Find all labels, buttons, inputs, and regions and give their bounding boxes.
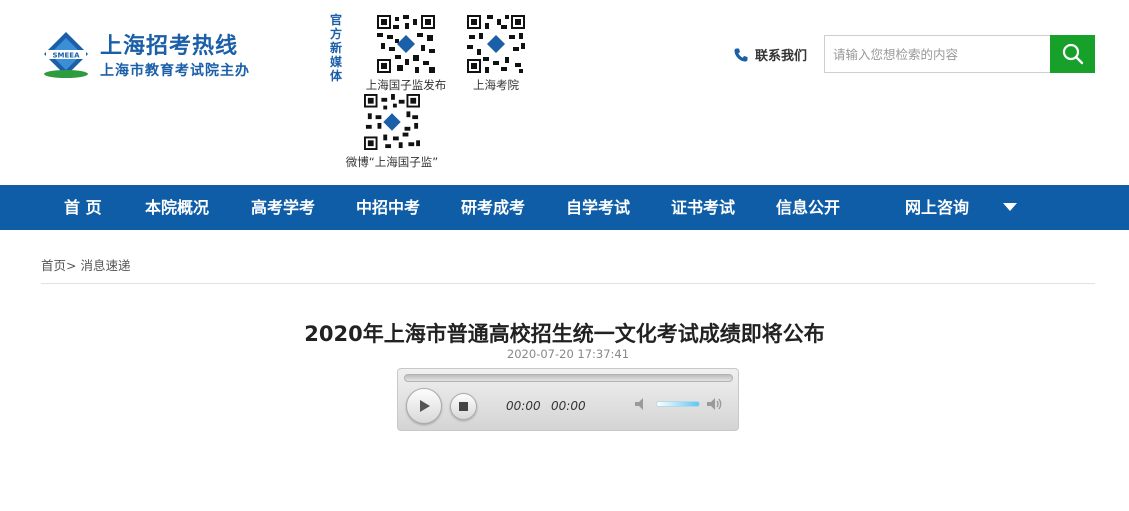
volume-slider[interactable]	[656, 401, 700, 407]
site-header: SMEEA 上海招考热线 上海市教育考试院主办 官方新媒体 上海国子监发布 上海…	[0, 0, 1129, 185]
chevron-down-icon[interactable]	[1003, 203, 1017, 211]
mute-icon[interactable]	[634, 397, 650, 411]
nav-item-certificate[interactable]: 证书考试	[671, 185, 735, 230]
breadcrumb: 首页> 消息速递	[41, 255, 131, 274]
article-title: 2020年上海市普通高校招生统一文化考试成绩即将公布	[304, 322, 825, 346]
nav-item-zhongkao[interactable]: 中招中考	[356, 185, 420, 230]
qr-code-icon	[377, 15, 435, 73]
volume-max-icon[interactable]	[706, 397, 724, 411]
audio-player: 00:00 00:00	[397, 368, 739, 431]
nav-item-zixue[interactable]: 自学考试	[566, 185, 630, 230]
nav-item-gaokao[interactable]: 高考学考	[251, 185, 315, 230]
play-icon	[420, 400, 430, 412]
new-media-label: 官方新媒体	[330, 13, 343, 83]
duration-time: 00:00	[551, 399, 586, 413]
nav-item-online-consult[interactable]: 网上咨询	[905, 185, 969, 230]
play-button[interactable]	[406, 388, 442, 424]
smeea-emblem-icon: SMEEA	[44, 32, 88, 78]
qr-code-icon	[467, 15, 525, 73]
main-nav: 首 页 本院概况 高考学考 中招中考 研考成考 自学考试 证书考试 信息公开 网…	[0, 185, 1129, 230]
qr-caption: 上海考院	[473, 78, 519, 92]
logo-subtitle: 上海市教育考试院主办	[100, 63, 250, 79]
breadcrumb-current[interactable]: 消息速递	[80, 258, 130, 273]
nav-item-about[interactable]: 本院概况	[145, 185, 209, 230]
article-date: 2020-07-20 17:37:41	[506, 347, 630, 361]
search-input[interactable]	[824, 35, 1050, 73]
phone-icon	[734, 48, 748, 61]
nav-item-home[interactable]: 首 页	[64, 185, 102, 230]
site-logo[interactable]: SMEEA 上海招考热线 上海市教育考试院主办	[40, 26, 250, 86]
nav-item-info-public[interactable]: 信息公开	[776, 185, 840, 230]
breadcrumb-separator: >	[66, 258, 77, 273]
qr-code-icon	[364, 94, 420, 150]
qr-caption: 上海国子监发布	[365, 78, 447, 92]
qr-weibo-guozijian: 微博“上海国子监”	[333, 94, 451, 170]
qr-shanghai-kaoyuan: 上海考院	[460, 15, 532, 93]
search-button[interactable]	[1050, 35, 1095, 73]
site-search	[824, 35, 1095, 73]
logo-title: 上海招考热线	[100, 34, 239, 59]
progress-bar[interactable]	[404, 374, 733, 382]
search-icon	[1062, 43, 1083, 65]
stop-button[interactable]	[450, 393, 477, 420]
stop-icon	[459, 402, 468, 411]
current-time: 00:00	[506, 399, 541, 413]
nav-item-yankao[interactable]: 研考成考	[461, 185, 525, 230]
contact-us-link[interactable]: 联系我们	[733, 45, 807, 64]
breadcrumb-home[interactable]: 首页	[41, 258, 66, 273]
qr-caption: 微博“上海国子监”	[345, 155, 439, 169]
divider	[41, 283, 1095, 284]
emblem-text: SMEEA	[53, 52, 81, 60]
contact-us-label: 联系我们	[755, 49, 808, 64]
qr-guozijian-fabu: 上海国子监发布	[362, 15, 450, 93]
